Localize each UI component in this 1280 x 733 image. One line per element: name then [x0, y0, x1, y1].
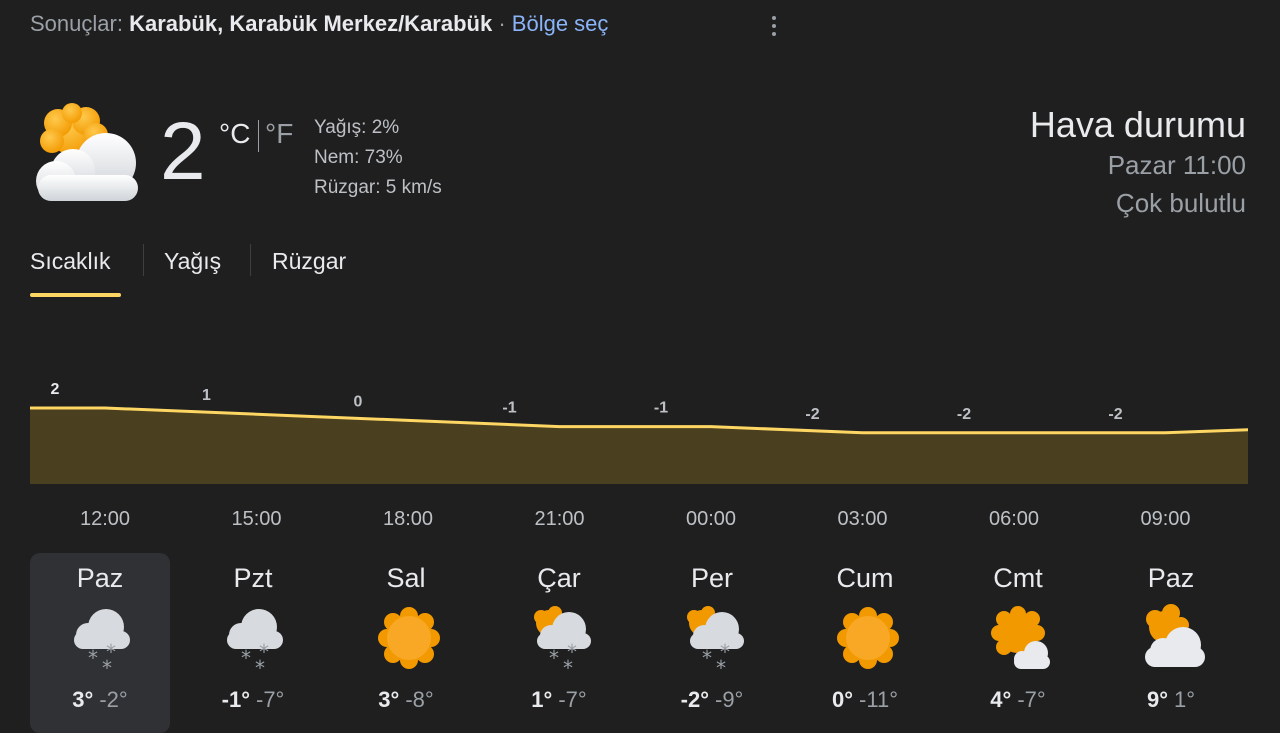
day-name: Cmt [993, 563, 1043, 593]
cloud-snow-icon: * * * [221, 603, 291, 680]
day-card-6[interactable]: Cmt 4° -7° [948, 553, 1088, 733]
humidity-text: Nem: 73% [314, 147, 403, 168]
chart-value-label: -2 [957, 406, 971, 423]
svg-text:*: * [549, 646, 559, 670]
sun-cloud-snow-icon: * * * [527, 603, 597, 680]
day-high: 9° [1146, 687, 1168, 712]
tab-temperature[interactable]: Sıcaklık [30, 248, 111, 275]
hour-label: 15:00 [231, 508, 282, 530]
chart-value-label: -1 [654, 400, 668, 417]
day-card-3[interactable]: Çar * * * 1° -7° [489, 553, 629, 733]
hour-label: 21:00 [534, 508, 585, 530]
day-high: 3° [72, 687, 94, 712]
day-temp-range: 9° 1° [1101, 687, 1241, 713]
day-low: 1° [1174, 687, 1196, 712]
hour-label: 09:00 [1140, 508, 1191, 530]
day-temp-range: -2° -9° [642, 687, 782, 713]
sun-behind-cloud-icon [1139, 603, 1209, 673]
sun-small-cloud-icon [986, 603, 1056, 673]
hour-label: 06:00 [988, 508, 1040, 530]
day-card-7[interactable]: Paz 9° 1° [1101, 553, 1241, 733]
chart-value-label: 2 [51, 381, 60, 398]
results-label: Sonuçlar: [30, 11, 123, 36]
hour-label: 12:00 [79, 508, 131, 530]
hour-label: 18:00 [382, 508, 434, 530]
results-header: Sonuçlar: Karabük, Karabük Merkez/Karabü… [30, 11, 608, 37]
day-low: -9° [715, 687, 744, 712]
day-low: -7° [1017, 687, 1046, 712]
day-name: Paz [1147, 563, 1195, 593]
tab-wind[interactable]: Rüzgar [272, 248, 346, 275]
day-high: -1° [221, 687, 250, 712]
day-card-0[interactable]: Paz * * * 3° -2° [30, 553, 170, 733]
separator: · [498, 11, 506, 36]
sun-icon [833, 603, 903, 673]
weather-time: Pazar 11:00 [1107, 150, 1246, 180]
unit-fahrenheit-toggle[interactable]: °F [265, 118, 293, 150]
day-low: -2° [99, 687, 128, 712]
tab-divider [143, 244, 144, 276]
tab-divider [250, 244, 251, 276]
day-high: -2° [680, 687, 709, 712]
cloud-snow-icon: * * * [68, 603, 138, 680]
chart-value-label: 0 [354, 393, 363, 410]
location-name: Karabük, Karabük Merkez/Karabük [129, 11, 493, 36]
day-name: Çar [537, 563, 581, 593]
svg-text:*: * [702, 646, 712, 670]
current-temperature: 2 [160, 106, 206, 197]
hour-label: 00:00 [685, 508, 737, 530]
chart-area [30, 408, 1248, 484]
wind-text: Rüzgar: 5 km/s [314, 177, 442, 198]
weather-condition: Çok bulutlu [1115, 188, 1246, 218]
day-low: -7° [558, 687, 587, 712]
day-temp-range: -1° -7° [183, 687, 323, 713]
unit-divider [258, 120, 259, 152]
svg-text:*: * [88, 646, 98, 670]
precipitation-text: Yağış: 2% [314, 117, 400, 138]
tab-precipitation[interactable]: Yağış [164, 248, 221, 275]
active-tab-indicator [30, 293, 121, 297]
svg-text:*: * [102, 656, 112, 673]
more-options-icon[interactable] [762, 10, 786, 42]
day-temp-range: 3° -8° [336, 687, 476, 713]
day-name: Paz [76, 563, 124, 593]
chart-value-label: -1 [502, 400, 516, 417]
day-low: -11° [859, 687, 898, 712]
day-high: 4° [990, 687, 1012, 712]
svg-text:*: * [255, 656, 265, 673]
day-name: Pzt [233, 563, 273, 593]
day-high: 1° [531, 687, 553, 712]
day-card-1[interactable]: Pzt * * * -1° -7° [183, 553, 323, 733]
day-name: Cum [836, 563, 894, 593]
hour-label: 03:00 [837, 508, 888, 530]
chart-value-label: 1 [202, 387, 211, 404]
day-card-5[interactable]: Cum 0° -11° [795, 553, 935, 733]
svg-text:*: * [241, 646, 251, 670]
chart-value-label: -2 [805, 406, 819, 423]
day-temp-range: 4° -7° [948, 687, 1088, 713]
day-low: -7° [256, 687, 285, 712]
unit-celsius-toggle[interactable]: °C [219, 118, 250, 150]
day-temp-range: 3° -2° [30, 687, 170, 713]
day-card-4[interactable]: Per * * * -2° -9° [642, 553, 782, 733]
day-card-2[interactable]: Sal 3° -8° [336, 553, 476, 733]
day-high: 0° [831, 687, 854, 712]
svg-text:*: * [563, 656, 573, 673]
day-high: 3° [378, 687, 400, 712]
svg-text:*: * [716, 656, 726, 673]
select-region-link[interactable]: Bölge seç [512, 11, 609, 36]
day-name: Per [690, 563, 734, 593]
sun-behind-cloud-icon [28, 103, 144, 207]
weather-summary: Hava durumu Pazar 11:00 Çok bulutlu [1030, 104, 1246, 222]
temperature-chart: 2 1 0 -1 -1 -2 -2 -2 [30, 381, 1249, 484]
sun-icon [374, 603, 444, 673]
day-temp-range: 1° -7° [489, 687, 629, 713]
day-name: Sal [386, 563, 426, 593]
sun-cloud-snow-icon: * * * [680, 603, 750, 680]
chart-value-label: -2 [1108, 406, 1122, 423]
day-low: -8° [405, 687, 434, 712]
weather-title: Hava durumu [1029, 104, 1246, 145]
day-temp-range: 0° -11° [795, 687, 935, 713]
